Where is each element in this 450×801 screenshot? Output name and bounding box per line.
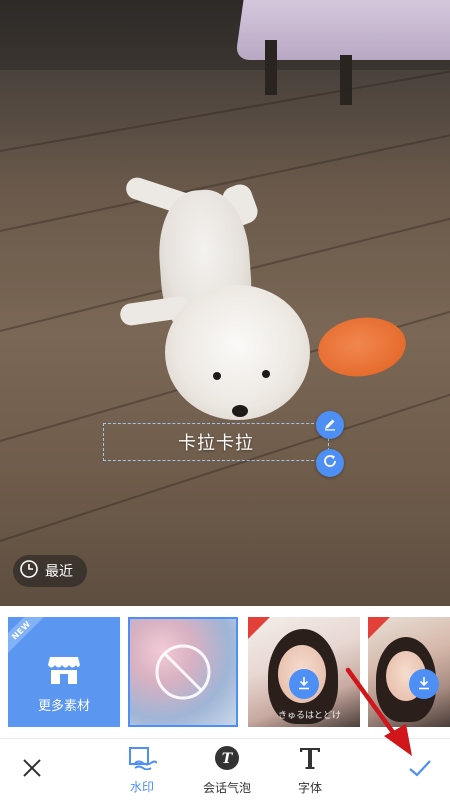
corner-mark [368, 617, 390, 639]
download-button[interactable] [289, 669, 319, 699]
more-materials-label: 更多素材 [37, 699, 90, 714]
pencil-icon [323, 416, 337, 435]
template-caption: きゅるはとどけ [278, 711, 342, 721]
tab-watermark[interactable]: 水印 [118, 739, 166, 801]
dog-eye [213, 372, 221, 380]
edit-watermark-button[interactable] [316, 411, 344, 439]
floor-line [0, 59, 450, 152]
checkmark-icon [407, 757, 433, 783]
frisbee [314, 312, 410, 382]
close-button[interactable] [14, 739, 50, 801]
watermark-text-box[interactable]: 卡拉卡拉 [103, 423, 329, 461]
rotate-icon [322, 453, 338, 473]
store-icon [47, 655, 81, 689]
bed-leg [340, 55, 352, 105]
photo-canvas[interactable]: 卡拉卡拉 最近 [0, 0, 450, 606]
download-icon [297, 675, 311, 694]
no-watermark-tile[interactable] [128, 617, 238, 727]
font-icon [298, 745, 322, 775]
recent-label: 最近 [45, 564, 73, 580]
svg-text:T: T [222, 751, 234, 767]
tab-font[interactable]: 字体 [288, 739, 332, 801]
bed-leg [265, 40, 277, 95]
dog-nose [232, 405, 248, 417]
dog-head [165, 285, 310, 420]
annotation-arrow [345, 667, 412, 756]
watermark-icon [127, 746, 158, 774]
dog-eye [262, 370, 270, 378]
new-badge: NEW [8, 617, 51, 660]
close-icon [21, 757, 43, 783]
prohibited-icon [153, 642, 213, 706]
clock-icon [19, 559, 39, 583]
recent-button[interactable]: 最近 [13, 555, 87, 587]
tab-watermark-label: 水印 [129, 779, 154, 794]
speech-bubble-icon: T [214, 745, 240, 775]
more-materials-tile[interactable]: NEW 更多素材 [8, 617, 120, 727]
tab-speech-bubble-label: 会话气泡 [202, 780, 251, 795]
watermark-text: 卡拉卡拉 [178, 433, 254, 454]
rotate-watermark-button[interactable] [316, 449, 344, 477]
tab-font-label: 字体 [297, 780, 322, 795]
corner-mark [248, 617, 270, 639]
new-badge-label: NEW [9, 618, 33, 642]
tab-speech-bubble[interactable]: T 会话气泡 [195, 739, 259, 801]
